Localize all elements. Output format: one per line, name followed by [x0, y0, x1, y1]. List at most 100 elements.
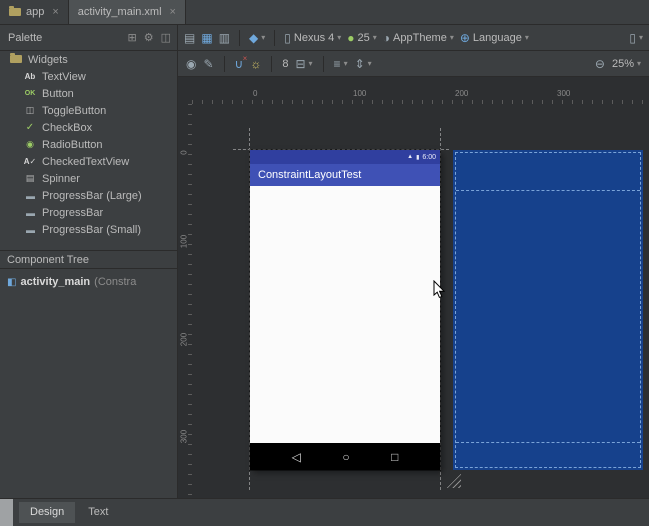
distribute-icon: ⇕	[355, 57, 365, 71]
palette-item-label: Spinner	[42, 173, 80, 185]
close-icon[interactable]: ×	[170, 6, 176, 18]
palette-item-label: ProgressBar (Large)	[42, 190, 142, 202]
wifi-icon: ▲	[407, 154, 413, 160]
palette-item-label: ProgressBar	[42, 207, 103, 219]
component-tree-header: Component Tree	[0, 250, 177, 269]
tab-text-label: Text	[88, 506, 108, 518]
folder-icon	[10, 55, 22, 63]
tab-app[interactable]: app ×	[0, 0, 69, 24]
blueprint-brush-icon[interactable]: ✎	[203, 57, 213, 71]
api-label: 25	[358, 32, 370, 44]
toolbar-separator	[271, 56, 272, 72]
palette-group-label: Widgets	[28, 54, 68, 66]
nav-back-icon: ◁	[292, 450, 301, 464]
button-icon: OK	[22, 90, 38, 97]
globe-icon: ⊕	[460, 31, 470, 45]
constraint-layout-icon: ◧	[7, 277, 16, 288]
component-name: activity_main	[20, 276, 90, 288]
blueprint-mode-icon[interactable]: ▦	[201, 31, 212, 45]
device-label: Nexus 4	[294, 32, 334, 44]
align-dropdown[interactable]: ≡ ▾	[334, 57, 348, 71]
device-status-bar: ▲ ▮ 6:00	[250, 150, 440, 164]
palette-item-label: TextView	[42, 71, 86, 83]
align-icon: ≡	[334, 57, 341, 71]
blueprint-surface[interactable]	[453, 150, 643, 470]
show-constraints-eye-icon[interactable]: ◉	[186, 57, 196, 71]
main-toolbar: Palette ⊞ ⚙ ◫ ▤ ▦ ▥ ◆ ▾ ▯ Nexus 4 ▾ ● 25	[0, 25, 649, 51]
palette-group-widgets[interactable]: Widgets	[0, 51, 177, 68]
progressbar-icon: ▬	[22, 191, 38, 201]
toolbar-separator	[274, 30, 275, 46]
theme-selector[interactable]: ◑ AppTheme ▾	[383, 31, 454, 45]
chevron-down-icon: ▾	[337, 33, 341, 42]
palette-item-label: Button	[42, 88, 74, 100]
nav-recents-icon: □	[391, 450, 398, 464]
ruler-label: 300	[557, 89, 570, 98]
editor-tab-bar: app × activity_main.xml ×	[0, 0, 649, 25]
palette-item-checkedtextview[interactable]: A✓ CheckedTextView	[0, 153, 177, 170]
checkedtextview-icon: A✓	[22, 157, 38, 166]
tab-design[interactable]: Design	[19, 502, 75, 523]
textview-icon: Ab	[22, 72, 38, 81]
zoom-out-button[interactable]: ⊖	[595, 57, 605, 71]
api-version-selector[interactable]: ● 25 ▾	[347, 31, 377, 45]
margins-icon: ⊟	[295, 57, 305, 71]
selection-guide-right	[440, 128, 441, 490]
palette-grid-view-icon[interactable]: ⊞	[128, 31, 137, 44]
chevron-down-icon: ▾	[525, 33, 529, 42]
rotate-device-icon: ▯	[629, 31, 636, 45]
orientation-selector[interactable]: ▯ ▾	[629, 31, 643, 45]
palette-item-button[interactable]: OK Button	[0, 85, 177, 102]
battery-icon: ▮	[416, 154, 419, 161]
design-mode-icon[interactable]: ▤	[184, 31, 195, 45]
design-surface[interactable]: ▲ ▮ 6:00 ConstraintLayoutTest ◁ ○ □	[250, 150, 440, 470]
palette-title: Palette	[8, 32, 121, 44]
chevron-down-icon: ▾	[637, 59, 641, 68]
distribute-dropdown[interactable]: ⇕ ▾	[355, 57, 372, 71]
palette-item-spinner[interactable]: ▤ Spinner	[0, 170, 177, 187]
ruler-ticks	[192, 100, 649, 104]
palette-item-progressbar[interactable]: ▬ ProgressBar	[0, 204, 177, 221]
palette-item-radiobutton[interactable]: ◉ RadioButton	[0, 136, 177, 153]
tab-text[interactable]: Text	[77, 502, 119, 523]
chevron-down-icon: ▾	[450, 33, 454, 42]
both-mode-icon[interactable]: ▥	[219, 31, 230, 45]
device-content-area[interactable]	[250, 186, 440, 443]
canvas-resize-handle[interactable]	[446, 473, 461, 488]
close-icon[interactable]: ×	[52, 6, 58, 18]
palette-gear-icon[interactable]: ⚙	[144, 31, 154, 44]
palette-item-progressbar-large[interactable]: ▬ ProgressBar (Large)	[0, 187, 177, 204]
tab-activity-main-xml[interactable]: activity_main.xml ×	[69, 0, 186, 24]
component-type-suffix: (Constra	[94, 276, 136, 288]
canvas-toolbar: ◉ ✎ ∪ × ☼ 8 ⊟ ▾ ≡ ▾ ⇕ ▾ ⊖ 25% ▾	[178, 51, 649, 77]
device-nav-bar: ◁ ○ □	[250, 443, 440, 470]
progressbar-icon: ▬	[22, 208, 38, 218]
palette-item-progressbar-small[interactable]: ▬ ProgressBar (Small)	[0, 221, 177, 238]
infer-constraints-bulb-icon[interactable]: ☼	[250, 57, 261, 71]
android-icon: ●	[347, 31, 354, 45]
chevron-down-icon: ▾	[344, 59, 348, 68]
palette-item-checkbox[interactable]: ✓ CheckBox	[0, 119, 177, 136]
language-selector[interactable]: ⊕ Language ▾	[460, 31, 529, 45]
zoom-level-dropdown[interactable]: 25% ▾	[612, 58, 641, 70]
zoom-level-value: 25%	[612, 58, 634, 70]
component-tree-item-activity-main[interactable]: ◧ activity_main (Constra	[0, 273, 177, 291]
palette-item-label: CheckBox	[42, 122, 92, 134]
android-studio-layout-editor: app × activity_main.xml × Palette ⊞ ⚙ ◫ …	[0, 0, 649, 526]
margins-dropdown[interactable]: ⊟ ▾	[295, 57, 312, 71]
toolbar-separator	[323, 56, 324, 72]
variants-dropdown[interactable]: ◆ ▾	[249, 31, 265, 45]
palette-item-togglebutton[interactable]: ◫ ToggleButton	[0, 102, 177, 119]
palette-item-textview[interactable]: Ab TextView	[0, 68, 177, 85]
device-selector[interactable]: ▯ Nexus 4 ▾	[284, 31, 341, 45]
autoconnect-toggle[interactable]: ∪ ×	[235, 57, 244, 71]
togglebutton-icon: ◫	[22, 105, 38, 116]
ruler-ticks	[188, 104, 192, 498]
window-corner-grip	[0, 499, 13, 526]
design-canvas[interactable]: 0 100 200 300 0 100 200 300 ▲ ▮ 6:00 Con…	[178, 77, 649, 498]
palette-split-view-icon[interactable]: ◫	[161, 31, 171, 44]
zoom-out-icon: ⊖	[595, 57, 605, 71]
default-margin-value[interactable]: 8	[282, 58, 288, 70]
horizontal-ruler: 0 100 200 300	[192, 88, 649, 104]
nav-home-icon: ○	[342, 450, 349, 464]
